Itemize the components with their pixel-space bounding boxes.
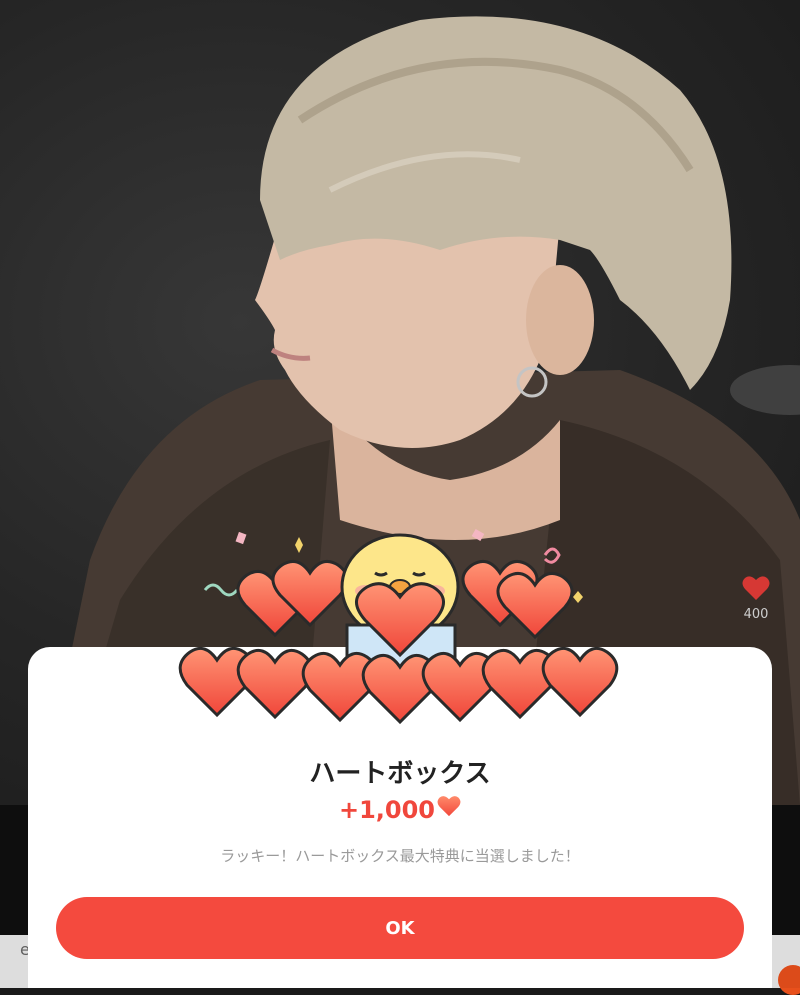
dialog-title: ハートボックス: [309, 759, 491, 789]
chick-with-hearts-illustration: [178, 529, 619, 725]
dialog-message: ラッキー！ハートボックス最大特典に当選しました！: [220, 847, 580, 865]
ok-button[interactable]: OK: [56, 897, 744, 959]
heart-amount: +1,000: [28, 796, 772, 824]
heart-amount-value: +1,000: [338, 796, 436, 824]
heart-icon: [437, 795, 461, 823]
